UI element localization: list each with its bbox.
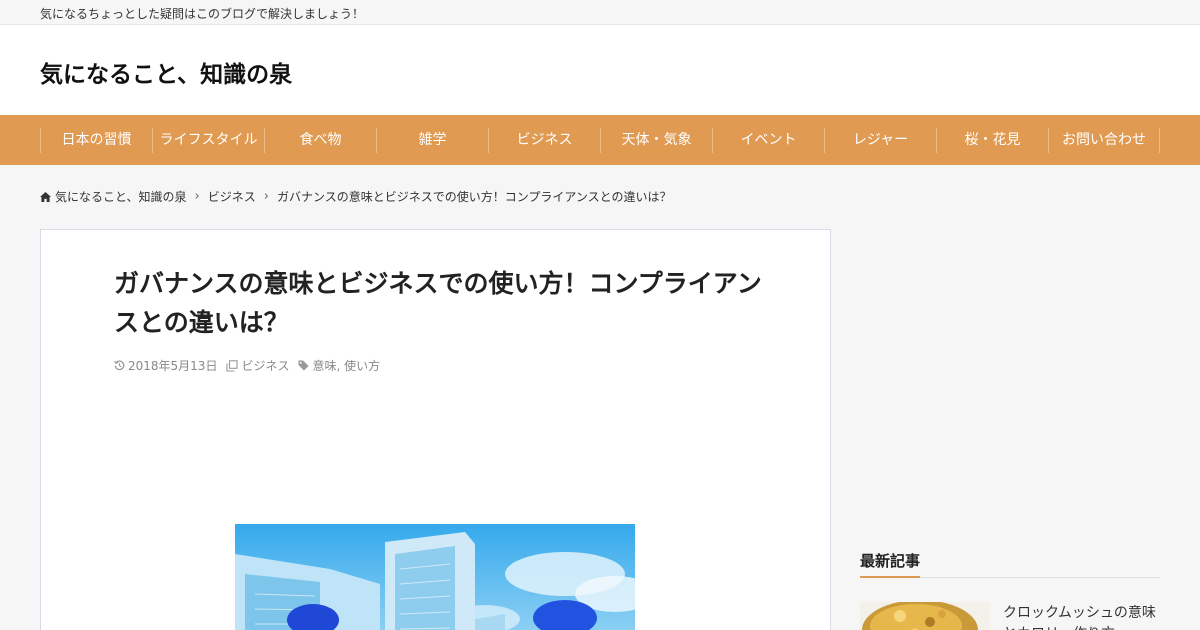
nav-item-contact[interactable]: お問い合わせ [1048,128,1160,153]
nav-item-leisure[interactable]: レジャー [824,128,936,153]
breadcrumb-category[interactable]: ビジネス [208,188,256,205]
nav-item-cherry-blossom[interactable]: 桜・花見 [936,128,1048,153]
tag-icon [298,360,310,371]
article-title: ガバナンスの意味とビジネスでの使い方！コンプライアンスとの違いは？ [114,269,762,337]
site-header: 気になること、知識の泉 [0,25,1200,115]
top-bar: 気になるちょっとした疑問はこのブログで解決しましょう！ [0,0,1200,25]
site-tagline: 気になるちょっとした疑問はこのブログで解決しましょう！ [40,7,365,21]
recent-posts-heading-label: 最新記事 [860,550,921,578]
nav-item-trivia[interactable]: 雑学 [376,128,488,153]
article-eyecatch-image [235,524,635,630]
breadcrumb-home[interactable]: 気になること、知識の泉 [55,188,187,205]
nav-item-business[interactable]: ビジネス [488,128,600,153]
article-tags[interactable]: 意味, 使い方 [312,357,380,374]
site-title[interactable]: 気になること、知識の泉 [40,55,292,89]
nav-item-lifestyle[interactable]: ライフスタイル [152,128,264,153]
breadcrumb: 気になること、知識の泉 › ビジネス › ガバナンスの意味とビジネスでの使い方！… [40,188,672,205]
home-icon [40,191,51,202]
nav-item-astronomy-weather[interactable]: 天体・気象 [600,128,712,153]
nav-item-japanese-customs[interactable]: 日本の習慣 [40,128,152,153]
nav-item-events[interactable]: イベント [712,128,824,153]
recent-post-title[interactable]: クロックムッシュの意味とカロリー作り方 [1003,603,1163,630]
folder-icon [226,359,239,372]
main-navigation: 日本の習慣 ライフスタイル 食べ物 雑学 ビジネス 天体・気象 イベント レジャ… [0,115,1200,165]
article-meta: 2018年5月13日 ビジネス 意味, 使い方 [114,357,380,374]
chevron-right-icon: › [194,189,200,204]
article-date: 2018年5月13日 [128,359,218,373]
updated-date-icon [114,360,125,371]
nav-item-food[interactable]: 食べ物 [264,128,376,153]
recent-post-thumbnail[interactable] [860,602,990,630]
article-category[interactable]: ビジネス [241,357,289,374]
recent-posts-heading: 最新記事 [860,550,1160,578]
article-card: ガバナンスの意味とビジネスでの使い方！コンプライアンスとの違いは？ 2018年5… [40,229,831,630]
breadcrumb-current: ガバナンスの意味とビジネスでの使い方！コンプライアンスとの違いは？ [276,190,672,204]
chevron-right-icon: › [263,189,269,204]
